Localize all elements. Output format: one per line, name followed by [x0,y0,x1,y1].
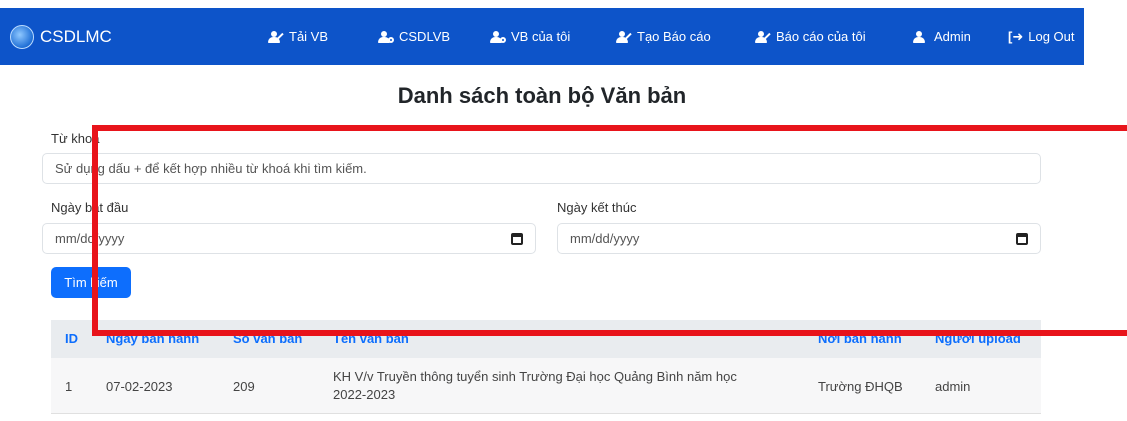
documents-table: ID Ngày ban hành Số văn bản Tên văn bản … [51,320,1041,414]
nav-item-log-out[interactable]: [➜ Log Out [1008,29,1088,45]
header-uploader[interactable]: Người upload [935,331,1021,346]
user-icon [913,30,929,43]
keyword-placeholder: Sử dụng dấu + để kết hợp nhiều từ khoá k… [55,161,367,176]
header-date[interactable]: Ngày ban hành [106,331,199,346]
cell-uploader: admin [935,379,971,394]
nav-item-vb-cua-toi[interactable]: VB của tôi [490,29,616,44]
header-number[interactable]: Số văn bản [233,331,302,346]
keyword-input[interactable]: Sử dụng dấu + để kết hợp nhiều từ khoá k… [42,153,1041,184]
logo-icon [10,24,34,49]
navbar: CSDLMC Tải VB CSDLVB VB của tôi Tạo Báo … [0,8,1084,65]
cell-date: 07-02-2023 [106,379,173,394]
cell-number: 209 [233,379,255,394]
cell-issuer: Trường ĐHQB [818,379,903,394]
end-date-label: Ngày kết thúc [557,200,637,215]
nav-item-tao-bao-cao[interactable]: Tạo Báo cáo [616,29,755,44]
calendar-icon[interactable] [511,233,523,245]
table-header: ID Ngày ban hành Số văn bản Tên văn bản … [51,320,1041,358]
keyword-label: Từ khoá [51,131,100,146]
start-date-input[interactable]: mm/dd/yyyy [42,223,536,254]
table-row[interactable]: 1 07-02-2023 209 KH V/v Truyền thông tuy… [51,358,1041,414]
end-date-input[interactable]: mm/dd/yyyy [557,223,1041,254]
cell-name: KH V/v Truyền thông tuyển sinh Trường Đạ… [333,368,803,404]
nav-item-tai-vb[interactable]: Tải VB [268,29,378,44]
user-cog-icon [490,30,506,43]
user-edit-icon [616,30,632,43]
nav-item-bao-cao-cua-toi[interactable]: Báo cáo của tôi [755,29,913,44]
page-title: Danh sách toàn bộ Văn bản [397,83,687,108]
brand-name: CSDLMC [40,26,112,46]
nav-item-csdlvb[interactable]: CSDLVB [378,29,490,44]
cell-name-line1: KH V/v Truyền thông tuyển sinh Trường Đạ… [333,369,737,384]
sign-out-icon: [➜ [1008,28,1024,44]
end-date-placeholder: mm/dd/yyyy [570,231,640,246]
start-date-placeholder: mm/dd/yyyy [55,231,125,246]
nav-item-admin[interactable]: Admin [913,29,1008,44]
user-edit-icon [268,30,284,43]
cell-id: 1 [65,379,73,394]
cell-name-line2: 2022-2023 [333,387,396,402]
start-date-label: Ngày bắt đầu [51,200,129,215]
user-cog-icon [378,30,394,43]
nav-menu: Tải VB CSDLVB VB của tôi Tạo Báo cáo Báo… [268,8,1088,65]
brand[interactable]: CSDLMC [10,24,112,49]
search-button[interactable]: Tìm kiếm [51,267,131,298]
calendar-icon[interactable] [1016,233,1028,245]
header-issuer[interactable]: Nơi ban hành [818,331,902,346]
header-id[interactable]: ID [65,331,78,346]
header-name[interactable]: Tên văn bản [333,331,409,346]
user-edit-icon [755,30,771,43]
